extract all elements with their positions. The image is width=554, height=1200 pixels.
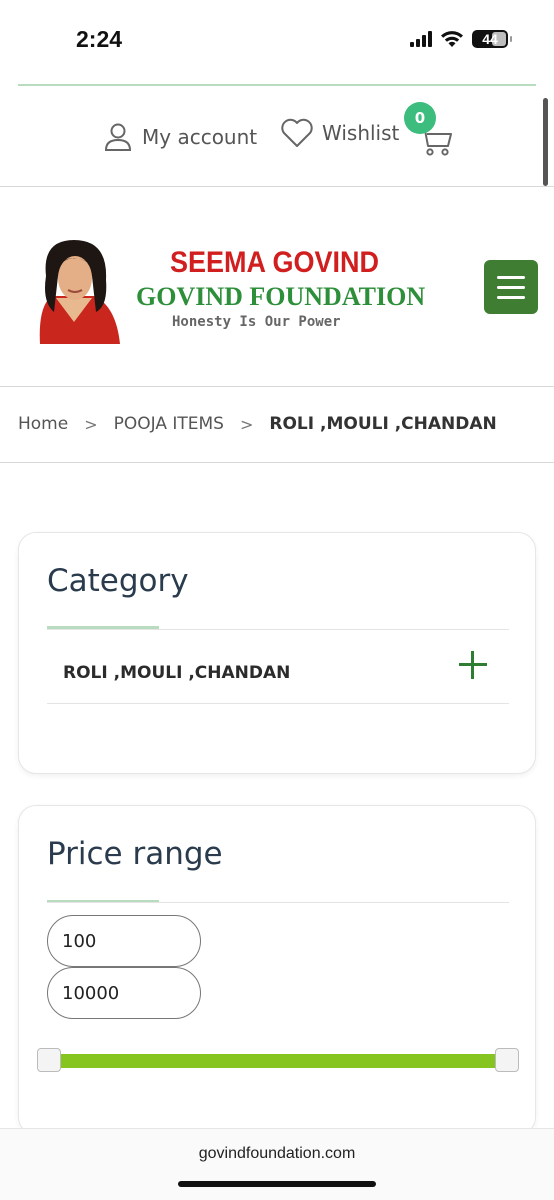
- heart-icon: [281, 118, 313, 147]
- price-range-card: Price range 100 10000: [18, 805, 536, 1135]
- site-logo[interactable]: SEEMA GOVIND GOVIND FOUNDATION Honesty I…: [22, 232, 426, 344]
- divider: [0, 186, 554, 187]
- url-text: govindfoundation.com: [198, 1145, 356, 1162]
- chevron-right-icon: >: [84, 414, 98, 434]
- min-price-input[interactable]: 100: [47, 915, 201, 967]
- divider: [0, 386, 554, 387]
- wishlist-label: Wishlist: [322, 121, 400, 145]
- category-title: Category: [47, 563, 189, 599]
- cart-count-badge: 0: [404, 102, 436, 134]
- top-divider: [18, 84, 536, 86]
- profile-photo: [22, 236, 128, 344]
- battery-icon: 44: [472, 30, 512, 48]
- user-icon: [104, 123, 132, 151]
- hamburger-menu-icon[interactable]: [484, 260, 538, 314]
- divider: [0, 462, 554, 463]
- price-range-title: Price range: [47, 836, 223, 872]
- browser-url-bar[interactable]: govindfoundation.com: [0, 1128, 554, 1200]
- status-bar: 2:24 44: [0, 0, 554, 84]
- plus-icon[interactable]: [459, 651, 487, 679]
- wifi-icon: [441, 31, 463, 47]
- account-row: My account Wishlist: [0, 104, 554, 186]
- chevron-right-icon: >: [239, 414, 254, 434]
- price-slider-track[interactable]: [55, 1054, 511, 1068]
- divider: [47, 902, 509, 903]
- logo-tagline: Honesty Is Our Power: [172, 314, 341, 330]
- breadcrumb-home[interactable]: Home: [18, 414, 68, 434]
- my-account-label: My account: [142, 125, 258, 149]
- logo-title: SEEMA GOVIND: [170, 246, 380, 279]
- status-time: 2:24: [76, 26, 123, 52]
- battery-level: 44: [482, 31, 498, 47]
- max-price-input[interactable]: 10000: [47, 967, 201, 1019]
- breadcrumb-pooja-items[interactable]: POOJA ITEMS: [114, 414, 224, 434]
- my-account-link[interactable]: My account: [104, 122, 257, 152]
- breadcrumb: Home > POOJA ITEMS > ROLI ,MOULI ,CHANDA…: [18, 414, 497, 434]
- wishlist-link[interactable]: Wishlist: [280, 118, 399, 148]
- category-card: Category ROLI ,MOULI ,CHANDAN: [18, 532, 536, 774]
- signal-icon: [410, 31, 432, 47]
- breadcrumb-current: ROLI ,MOULI ,CHANDAN: [269, 414, 497, 434]
- price-slider-min-handle[interactable]: [37, 1048, 61, 1072]
- status-icons: 44: [410, 30, 512, 48]
- divider: [47, 629, 509, 630]
- logo-subtitle: GOVIND FOUNDATION: [136, 282, 426, 311]
- price-slider-max-handle[interactable]: [495, 1048, 519, 1072]
- home-indicator[interactable]: [178, 1181, 376, 1187]
- divider: [47, 703, 509, 704]
- category-item-roli-mouli-chandan[interactable]: ROLI ,MOULI ,CHANDAN: [63, 663, 290, 683]
